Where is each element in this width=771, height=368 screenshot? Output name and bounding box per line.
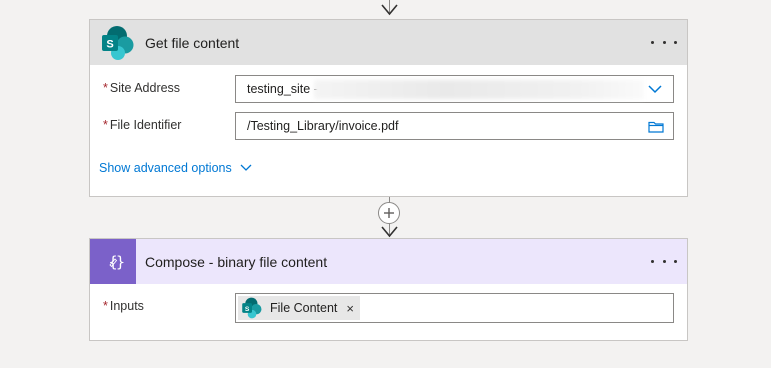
card-header[interactable]: { } Compose - binary file content	[90, 239, 687, 284]
svg-text:}: }	[116, 253, 125, 271]
dot-icon	[651, 41, 654, 44]
file-identifier-value: /Testing_Library/invoice.pdf	[247, 119, 399, 133]
file-identifier-input[interactable]: /Testing_Library/invoice.pdf	[235, 112, 674, 140]
dot-icon	[662, 260, 666, 263]
more-options-button[interactable]	[651, 20, 677, 65]
required-mark: *	[103, 81, 108, 95]
remove-token-button[interactable]: ×	[346, 301, 354, 316]
add-step-button[interactable]	[378, 202, 400, 224]
token-label: File Content	[270, 301, 338, 315]
dynamic-content-token[interactable]: S File Content ×	[238, 296, 360, 320]
arrow-down-icon	[381, 226, 398, 238]
svg-text:S: S	[245, 306, 250, 313]
card-title: Get file content	[145, 34, 240, 51]
get-file-content-card: S Get file content * Site Address testing…	[89, 19, 688, 197]
show-advanced-options-link[interactable]: Show advanced options	[99, 161, 252, 175]
svg-text:S: S	[106, 38, 113, 50]
card-header[interactable]: S Get file content	[90, 20, 687, 65]
more-options-button[interactable]	[651, 239, 677, 284]
file-identifier-label: * File Identifier	[103, 118, 182, 132]
inputs-row: * Inputs S File Content ×	[90, 293, 687, 323]
redacted-region	[314, 80, 644, 99]
dot-icon	[674, 260, 677, 263]
dot-icon	[662, 41, 666, 44]
chevron-down-icon[interactable]	[648, 85, 662, 94]
inputs-label: * Inputs	[103, 299, 144, 313]
sharepoint-logo-icon: S	[242, 297, 262, 319]
inputs-field[interactable]: S File Content ×	[235, 293, 674, 323]
dot-icon	[651, 260, 654, 263]
arrow-down-icon	[381, 4, 398, 16]
site-address-value: testing_site -	[247, 82, 318, 96]
required-mark: *	[103, 299, 108, 313]
sharepoint-logo-icon: S	[90, 20, 145, 65]
site-address-dropdown[interactable]: testing_site -	[235, 75, 674, 103]
site-address-label: * Site Address	[103, 81, 181, 95]
file-identifier-row: * File Identifier /Testing_Library/invoic…	[90, 112, 687, 140]
folder-icon[interactable]	[648, 120, 664, 133]
curly-braces-icon: { }	[90, 239, 136, 284]
dot-icon	[674, 41, 677, 44]
card-title: Compose - binary file content	[145, 253, 328, 270]
plus-icon	[384, 208, 394, 218]
site-address-row: * Site Address testing_site -	[90, 75, 687, 103]
chevron-down-icon	[240, 164, 252, 171]
required-mark: *	[103, 118, 108, 132]
compose-card: { } Compose - binary file content * Input…	[89, 238, 688, 341]
